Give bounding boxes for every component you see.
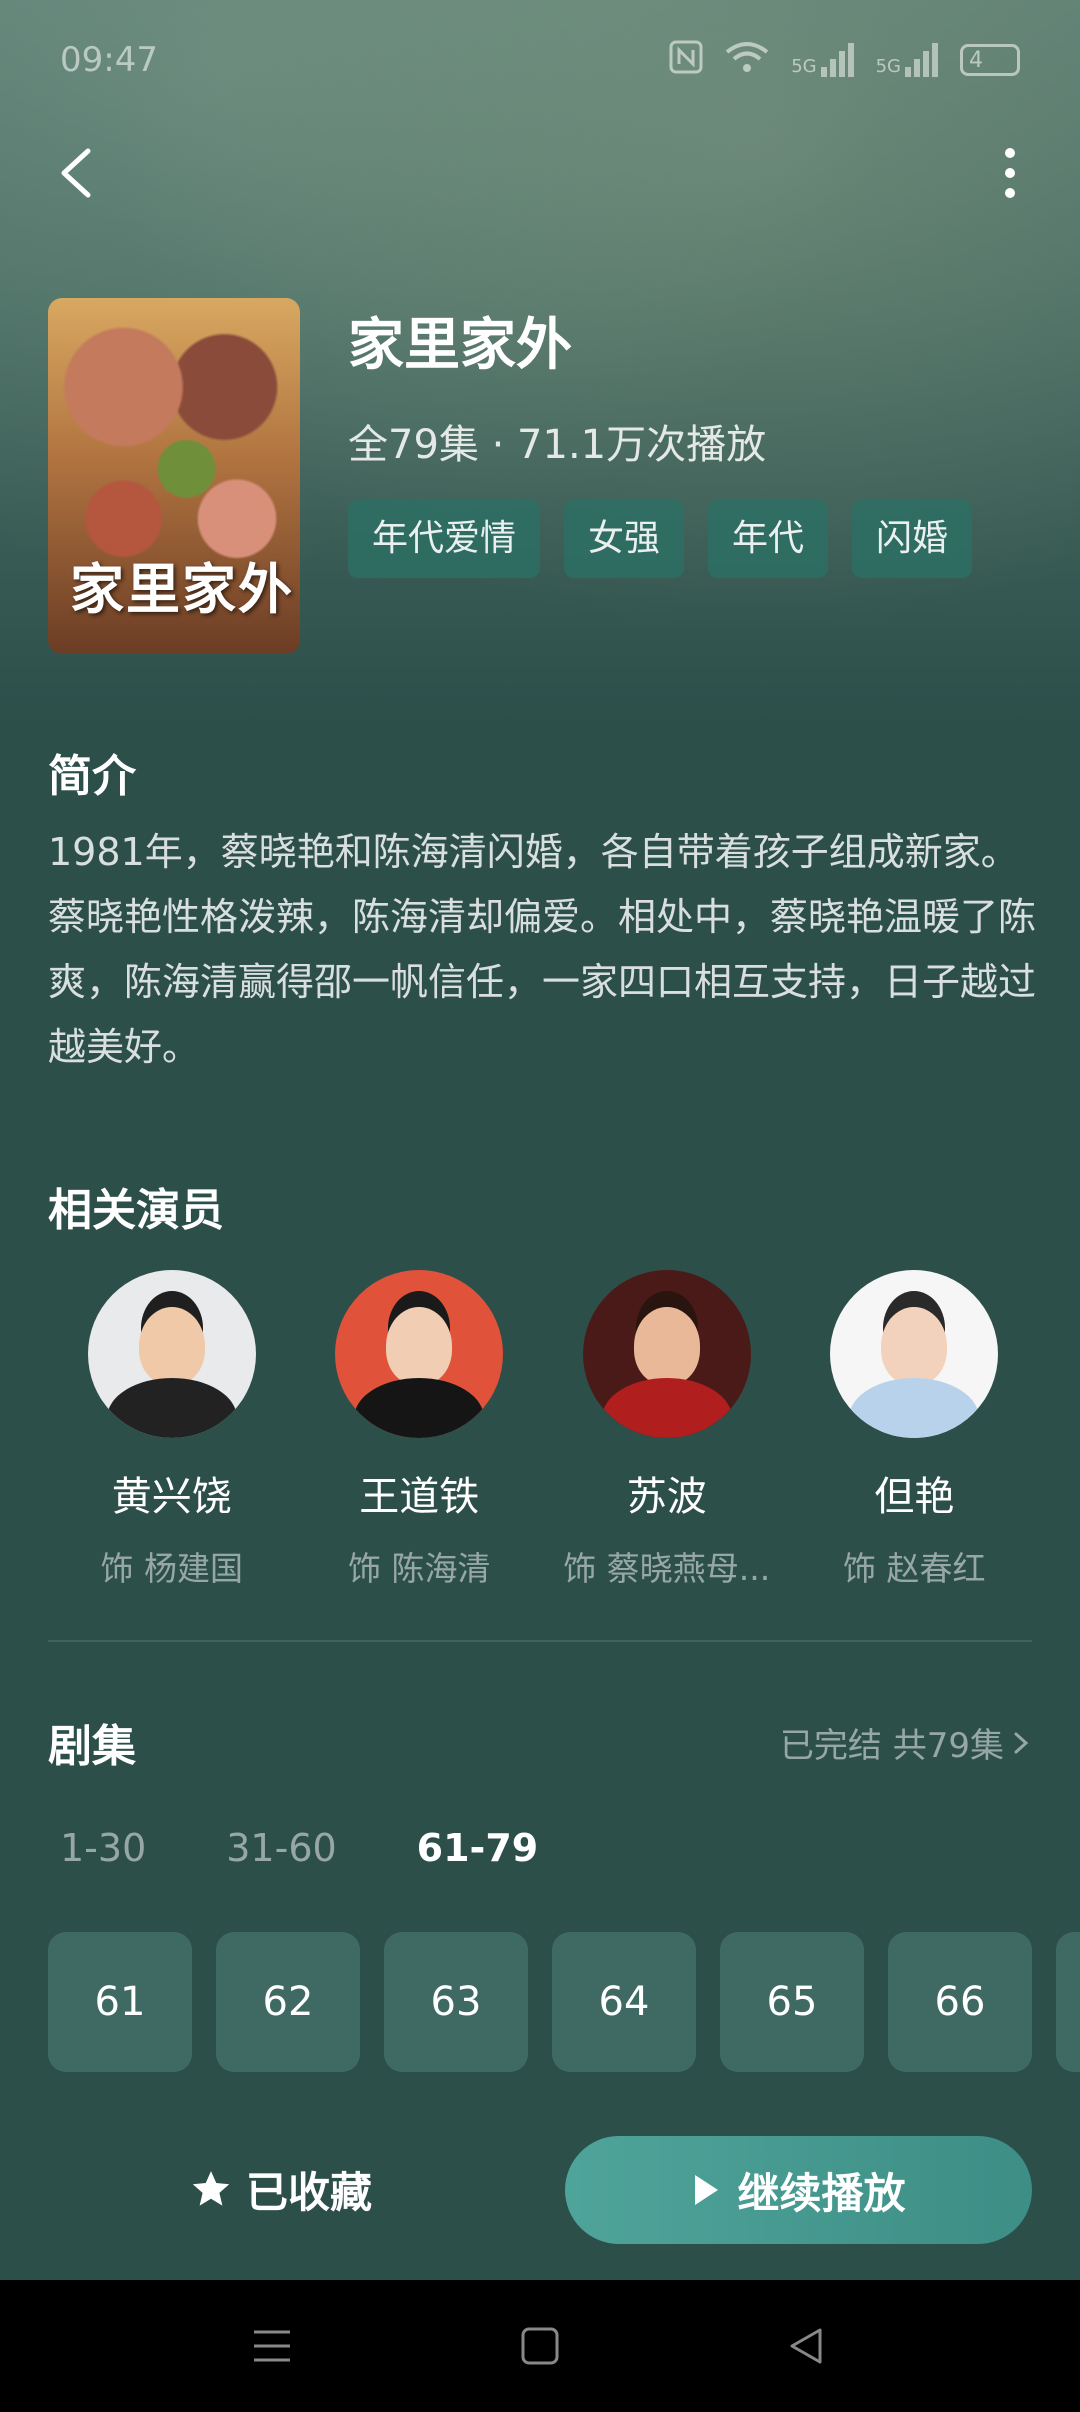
drama-title: 家里家外 xyxy=(348,313,572,378)
status-icons: 5G 5G 4 xyxy=(669,40,1020,81)
tag-list: 年代爱情 女强 年代 闪婚 xyxy=(348,500,973,578)
episode-grid: 61 62 63 64 65 66 xyxy=(48,1932,1080,2072)
cast-role: 饰 赵春红 xyxy=(843,1549,986,1588)
episodes-status-link[interactable]: 已完结 共79集 xyxy=(780,1718,1032,1767)
tab-range-1[interactable]: 1-30 xyxy=(60,1826,146,1870)
avatar xyxy=(87,1270,256,1438)
back-button[interactable] xyxy=(50,143,110,203)
chevron-right-icon xyxy=(1014,1732,1029,1753)
cast-role: 饰 陈海清 xyxy=(348,1549,491,1588)
cast-name: 黄兴饶 xyxy=(111,1474,232,1520)
tab-range-3[interactable]: 61-79 xyxy=(417,1826,539,1870)
divider xyxy=(48,1640,1032,1642)
play-label: 继续播放 xyxy=(737,2168,906,2218)
cast-role: 饰 蔡晓燕母... xyxy=(563,1549,771,1588)
episode-button[interactable]: 65 xyxy=(720,1932,864,2072)
episode-button[interactable]: 62 xyxy=(216,1932,360,2072)
chevron-left-icon xyxy=(61,148,91,198)
cast-member[interactable]: 王道铁 饰 陈海清 xyxy=(296,1270,544,1590)
back-nav-icon[interactable] xyxy=(786,2324,826,2372)
episode-button[interactable]: 64 xyxy=(552,1932,696,2072)
continue-play-button[interactable]: 继续播放 xyxy=(565,2136,1032,2244)
bottom-action-bar: 已收藏 继续播放 xyxy=(0,2130,1080,2250)
wifi-icon xyxy=(725,40,769,81)
star-icon xyxy=(192,2171,230,2206)
cast-name: 王道铁 xyxy=(359,1474,480,1520)
menu-icon[interactable] xyxy=(252,2324,292,2372)
cast-member[interactable]: 苏波 饰 蔡晓燕母... xyxy=(543,1270,791,1590)
cast-role: 饰 杨建国 xyxy=(100,1549,244,1588)
episode-button[interactable]: 63 xyxy=(384,1932,528,2072)
cast-member[interactable]: 但艳 饰 赵春红 xyxy=(791,1270,1039,1590)
episodes-status: 已完结 共79集 xyxy=(779,1726,1004,1766)
tab-range-2[interactable]: 31-60 xyxy=(226,1826,336,1870)
cast-list: 黄兴饶 饰 杨建国 王道铁 饰 陈海清 苏波 饰 蔡晓燕母... 但艳 饰 赵春… xyxy=(48,1270,1038,1590)
poster-title: 家里家外 xyxy=(70,557,294,621)
nfc-icon xyxy=(669,40,703,81)
drama-poster[interactable]: 家里家外 xyxy=(48,298,300,654)
synopsis-text: 1981年，蔡晓艳和陈海清闪婚，各自带着孩子组成新家。蔡晓艳性格泼辣，陈海清却偏… xyxy=(48,830,1037,1069)
episode-range-tabs: 1-30 31-60 61-79 xyxy=(60,1826,618,1870)
episode-button[interactable]: 66 xyxy=(888,1932,1032,2072)
tag-item[interactable]: 年代 xyxy=(708,500,829,578)
status-time: 09:47 xyxy=(60,40,158,80)
cast-name: 但艳 xyxy=(874,1474,955,1520)
more-button[interactable] xyxy=(990,143,1030,203)
tag-item[interactable]: 女强 xyxy=(564,500,685,578)
episodes-heading: 剧集 xyxy=(48,1721,136,1772)
cast-member[interactable]: 黄兴饶 饰 杨建国 xyxy=(48,1270,296,1590)
signal-icon-2: 5G xyxy=(876,43,938,77)
avatar xyxy=(582,1270,751,1438)
episode-button-partial[interactable] xyxy=(1056,1932,1080,2072)
avatar xyxy=(335,1270,504,1438)
top-nav xyxy=(0,135,1080,215)
home-icon[interactable] xyxy=(520,2324,560,2372)
episode-button[interactable]: 61 xyxy=(48,1932,192,2072)
favorite-button[interactable]: 已收藏 xyxy=(190,2154,372,2224)
drama-meta: 全79集 · 71.1万次播放 xyxy=(348,422,767,468)
more-vertical-icon xyxy=(1005,148,1015,198)
signal-icon: 5G xyxy=(791,43,854,77)
play-icon xyxy=(695,2175,719,2205)
avatar xyxy=(830,1270,999,1438)
tag-item[interactable]: 年代爱情 xyxy=(348,500,541,578)
system-nav-bar xyxy=(0,2280,1080,2412)
favorite-label: 已收藏 xyxy=(246,2167,373,2217)
tag-item[interactable]: 闪婚 xyxy=(852,500,973,578)
status-bar: 09:47 5G 5G 4 xyxy=(0,0,1080,120)
synopsis-heading: 简介 xyxy=(48,751,136,802)
cast-name: 苏波 xyxy=(626,1474,707,1520)
battery-icon: 4 xyxy=(960,44,1020,76)
cast-heading: 相关演员 xyxy=(48,1185,224,1236)
